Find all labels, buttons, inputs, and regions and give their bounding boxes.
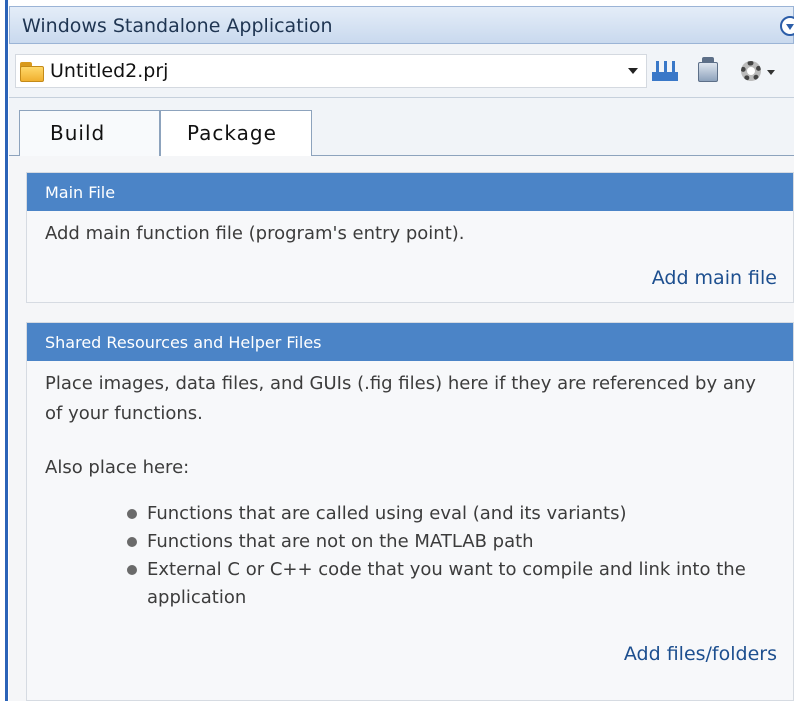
list-item: Functions that are called using eval (an… [127, 500, 777, 528]
bullet-icon [127, 509, 137, 519]
list-item-text: Functions that are not on the MATLAB pat… [147, 531, 534, 552]
window-title: Windows Standalone Application [22, 15, 333, 37]
main-file-header: Main File [27, 173, 793, 211]
expand-collapse-icon[interactable] [780, 16, 794, 36]
shared-resources-panel: Shared Resources and Helper Files Place … [26, 322, 794, 701]
bullet-icon [127, 537, 137, 547]
also-place-label: Also place here: [45, 457, 190, 478]
bullet-list: Functions that are called using eval (an… [27, 478, 793, 612]
build-content: Main File Add main function file (progra… [9, 156, 794, 701]
tab-package[interactable]: Package [160, 110, 312, 157]
chevron-down-icon[interactable] [628, 68, 638, 74]
build-icon[interactable] [650, 54, 682, 88]
tab-build[interactable]: Build [19, 110, 160, 157]
window-titlebar: Windows Standalone Application [9, 6, 794, 44]
list-item-text: External C or C++ code that you want to … [147, 559, 746, 608]
project-selector[interactable]: Untitled2.prj [15, 54, 647, 88]
main-file-description: Add main function file (program's entry … [45, 223, 465, 244]
tab-bar: Build Package [9, 98, 794, 157]
project-toolbar: Untitled2.prj [9, 44, 794, 98]
chevron-down-icon[interactable] [767, 70, 775, 75]
list-item-text: Functions that are called using eval (an… [147, 503, 627, 524]
shared-resources-header: Shared Resources and Helper Files [27, 323, 793, 361]
project-name: Untitled2.prj [50, 60, 169, 82]
add-files-folders-link[interactable]: Add files/folders [624, 643, 777, 665]
list-item: Functions that are not on the MATLAB pat… [127, 528, 777, 556]
window-left-edge [0, 0, 9, 701]
add-main-file-link[interactable]: Add main file [652, 267, 777, 289]
settings-icon[interactable] [737, 54, 794, 88]
folder-icon [20, 62, 46, 82]
main-file-panel: Main File Add main function file (progra… [26, 172, 794, 303]
shared-resources-description: Place images, data files, and GUIs (.fig… [45, 373, 756, 424]
package-icon[interactable] [694, 54, 724, 88]
list-item: External C or C++ code that you want to … [127, 556, 777, 612]
bullet-icon [127, 565, 137, 575]
